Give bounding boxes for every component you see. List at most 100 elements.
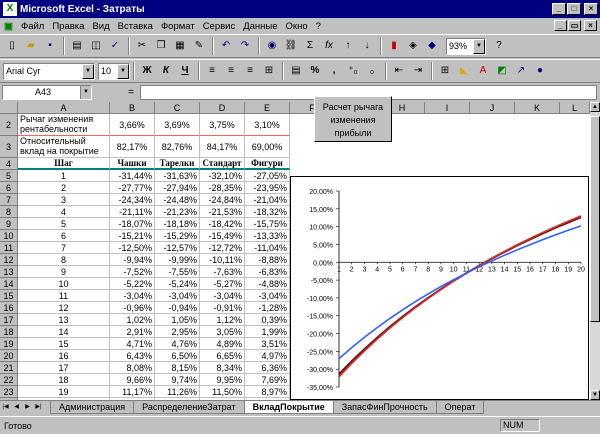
print-icon[interactable]: ▤ [68, 37, 86, 55]
column-header-k[interactable]: K [515, 102, 560, 114]
save-icon[interactable]: ▪ [41, 37, 59, 55]
value-cell[interactable]: 6,65% [200, 350, 245, 362]
row-header[interactable]: 23 [0, 386, 18, 398]
value-cell[interactable]: -31,63% [155, 170, 200, 182]
currency-icon[interactable]: ▤ [287, 62, 305, 80]
value-cell[interactable]: -18,32% [245, 206, 290, 218]
value-cell[interactable]: -0,96% [110, 302, 155, 314]
italic-button[interactable]: К [157, 62, 175, 80]
row-header[interactable]: 18 [0, 326, 18, 338]
row-header[interactable]: 9 [0, 218, 18, 230]
value-cell[interactable]: 6,43% [110, 350, 155, 362]
excel-app-icon[interactable]: X [3, 2, 17, 16]
value-cell[interactable]: -5,22% [110, 278, 155, 290]
office-assistant-icon[interactable]: ? [490, 37, 508, 55]
record-macro-icon[interactable]: ● [531, 62, 549, 80]
sheet-tab-administration[interactable]: Администрация [50, 401, 135, 414]
column-header-j[interactable]: J [470, 102, 515, 114]
chart-wizard-icon[interactable]: ▮ [385, 37, 403, 55]
value-cell[interactable]: -27,05% [245, 170, 290, 182]
header-standard[interactable]: Стандарт [200, 158, 245, 170]
underline-button[interactable]: Ч [176, 62, 194, 80]
value-cell[interactable]: -3,04% [110, 290, 155, 302]
comma-style-button[interactable]: , [325, 62, 343, 80]
value-cell[interactable]: -11,04% [245, 242, 290, 254]
align-right-icon[interactable]: ≡ [241, 62, 259, 80]
sheet-tab-safety-margin[interactable]: ЗапасФинПрочность [332, 401, 437, 414]
value-cell[interactable]: -15,75% [245, 218, 290, 230]
redo-icon[interactable]: ↷ [236, 37, 254, 55]
row-header-2[interactable]: 2 [0, 114, 18, 136]
value-cell[interactable]: 4,76% [155, 338, 200, 350]
next-sheet-icon[interactable]: ▶ [22, 402, 33, 413]
menu-insert[interactable]: Вставка [114, 21, 157, 32]
column-header-i[interactable]: I [425, 102, 470, 114]
cell-d2[interactable]: 3,75% [200, 114, 245, 136]
header-figures[interactable]: Фигури [245, 158, 290, 170]
step-cell[interactable]: 6 [18, 230, 110, 242]
step-cell[interactable]: 15 [18, 338, 110, 350]
value-cell[interactable]: 11,50% [200, 386, 245, 398]
doc-close-icon[interactable]: × [584, 20, 597, 31]
value-cell[interactable]: -10,11% [200, 254, 245, 266]
value-cell[interactable]: 4,71% [110, 338, 155, 350]
value-cell[interactable]: -6,83% [245, 266, 290, 278]
cell-b2[interactable]: 3,66% [110, 114, 155, 136]
font-color-icon[interactable]: A [474, 62, 492, 80]
value-cell[interactable]: -21,23% [155, 206, 200, 218]
value-cell[interactable]: -21,04% [245, 194, 290, 206]
step-cell[interactable]: 10 [18, 278, 110, 290]
autosum-icon[interactable]: Σ [301, 37, 319, 55]
cell-c2[interactable]: 3,69% [155, 114, 200, 136]
value-cell[interactable]: 6,50% [155, 350, 200, 362]
value-cell[interactable]: -8,88% [245, 254, 290, 266]
decrease-indent-icon[interactable]: ⇤ [390, 62, 408, 80]
row-header[interactable]: 6 [0, 182, 18, 194]
vertical-scrollbar[interactable]: ▲ ▼ [590, 102, 600, 400]
map-icon[interactable]: ◈ [404, 37, 422, 55]
drawing-icon[interactable]: ◆ [423, 37, 441, 55]
name-box[interactable]: A43 ▼ [2, 84, 92, 100]
cell-b3[interactable]: 82,17% [110, 136, 155, 158]
value-cell[interactable]: -18,42% [200, 218, 245, 230]
value-cell[interactable]: -7,52% [110, 266, 155, 278]
percent-button[interactable]: % [306, 62, 324, 80]
new-file-icon[interactable]: ▯ [3, 37, 21, 55]
value-cell[interactable]: -18,07% [110, 218, 155, 230]
print-preview-icon[interactable]: ◫ [87, 37, 105, 55]
column-header-c[interactable]: C [155, 102, 200, 114]
header-plates[interactable]: Тарелки [155, 158, 200, 170]
spellcheck-icon[interactable]: ✓ [106, 37, 124, 55]
row-header[interactable]: 13 [0, 266, 18, 278]
row-header[interactable]: 19 [0, 338, 18, 350]
value-cell[interactable]: -5,24% [155, 278, 200, 290]
value-cell[interactable]: -32,10% [200, 170, 245, 182]
step-cell[interactable]: 14 [18, 326, 110, 338]
value-cell[interactable]: -13,33% [245, 230, 290, 242]
last-sheet-icon[interactable]: ▶| [33, 402, 44, 413]
menu-view[interactable]: Вид [88, 21, 113, 32]
edit-formula-button[interactable]: = [122, 85, 140, 100]
sort-ascending-icon[interactable]: ↑ [339, 37, 357, 55]
value-cell[interactable]: -4,88% [245, 278, 290, 290]
value-cell[interactable]: 1,05% [155, 314, 200, 326]
decrease-decimal-icon[interactable]: ₀ [363, 62, 381, 80]
value-cell[interactable]: 3,05% [200, 326, 245, 338]
step-cell[interactable]: 19 [18, 386, 110, 398]
sort-descending-icon[interactable]: ↓ [358, 37, 376, 55]
value-cell[interactable]: -23,95% [245, 182, 290, 194]
value-cell[interactable]: 11,17% [110, 386, 155, 398]
chevron-down-icon[interactable]: ▼ [82, 63, 94, 79]
close-icon[interactable]: × [584, 3, 598, 15]
step-cell[interactable]: 3 [18, 194, 110, 206]
prev-sheet-icon[interactable]: ◀ [11, 402, 22, 413]
step-cell[interactable]: 5 [18, 218, 110, 230]
hyperlink-icon[interactable]: ⛓ [282, 37, 300, 55]
scroll-down-icon[interactable]: ▼ [590, 390, 600, 400]
row-header[interactable]: 11 [0, 242, 18, 254]
value-cell[interactable]: 6,36% [245, 362, 290, 374]
sheet-tab-cost-distribution[interactable]: РаспределениеЗатрат [133, 401, 245, 414]
fill-color-icon[interactable]: ◣ [455, 62, 473, 80]
format-painter-icon[interactable]: ✎ [190, 37, 208, 55]
menu-window[interactable]: Окно [282, 21, 312, 32]
